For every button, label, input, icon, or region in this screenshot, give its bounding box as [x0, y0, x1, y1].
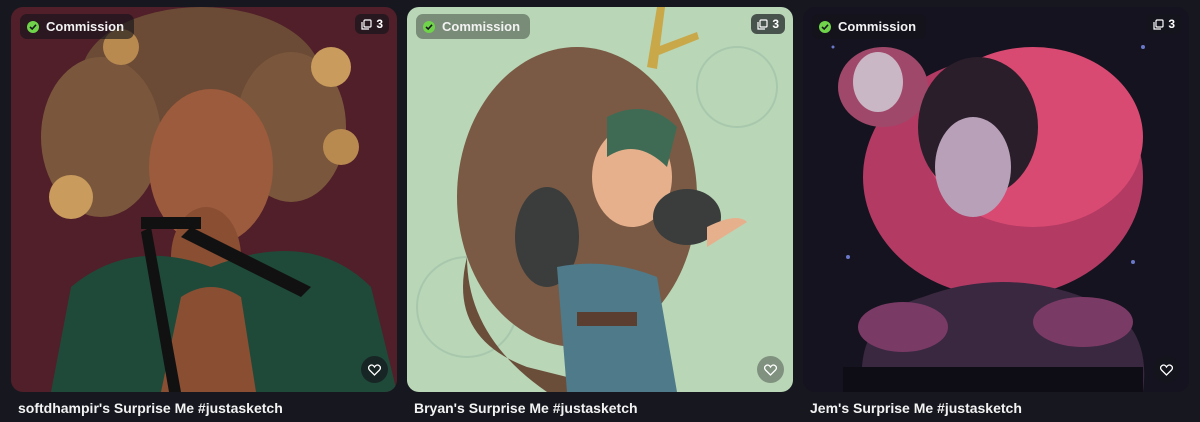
image-count: 3 [772, 17, 779, 31]
like-button[interactable] [1153, 356, 1180, 383]
image-count-badge: 3 [355, 14, 389, 34]
image-count: 3 [1168, 17, 1175, 31]
artwork-title[interactable]: softdhampir's Surprise Me #justasketch [11, 400, 397, 416]
heart-icon [1160, 363, 1173, 376]
artwork-card[interactable]: Commission 3 softdhampir's Surprise Me #… [11, 7, 397, 416]
artwork-image [11, 7, 397, 392]
artwork-thumbnail[interactable]: Commission 3 [407, 7, 793, 392]
artwork-image [407, 7, 793, 392]
heart-icon [764, 363, 777, 376]
like-button[interactable] [361, 356, 388, 383]
heart-icon [368, 363, 381, 376]
image-count-badge: 3 [1147, 14, 1181, 34]
verified-check-icon [27, 20, 39, 33]
commission-badge: Commission [812, 14, 927, 39]
image-stack-icon [361, 18, 372, 30]
like-button[interactable] [757, 356, 784, 383]
artwork-card[interactable]: Commission 3 Bryan's Surprise Me #justas… [407, 7, 793, 416]
verified-check-icon [819, 20, 831, 33]
image-count: 3 [376, 17, 383, 31]
artwork-grid: Commission 3 softdhampir's Surprise Me #… [0, 0, 1200, 422]
image-stack-icon [1153, 18, 1164, 30]
image-count-badge: 3 [751, 14, 785, 34]
commission-badge-label: Commission [442, 19, 521, 34]
artwork-image [803, 7, 1189, 392]
image-stack-icon [757, 18, 768, 30]
artwork-title[interactable]: Bryan's Surprise Me #justasketch [407, 400, 793, 416]
verified-check-icon [423, 20, 435, 33]
artwork-title[interactable]: Jem's Surprise Me #justasketch [803, 400, 1189, 416]
commission-badge-label: Commission [838, 19, 917, 34]
artwork-card[interactable]: Commission 3 Jem's Surprise Me #justaske… [803, 7, 1189, 416]
artwork-thumbnail[interactable]: Commission 3 [803, 7, 1189, 392]
commission-badge-label: Commission [46, 19, 125, 34]
commission-badge: Commission [416, 14, 531, 39]
commission-badge: Commission [20, 14, 135, 39]
artwork-thumbnail[interactable]: Commission 3 [11, 7, 397, 392]
